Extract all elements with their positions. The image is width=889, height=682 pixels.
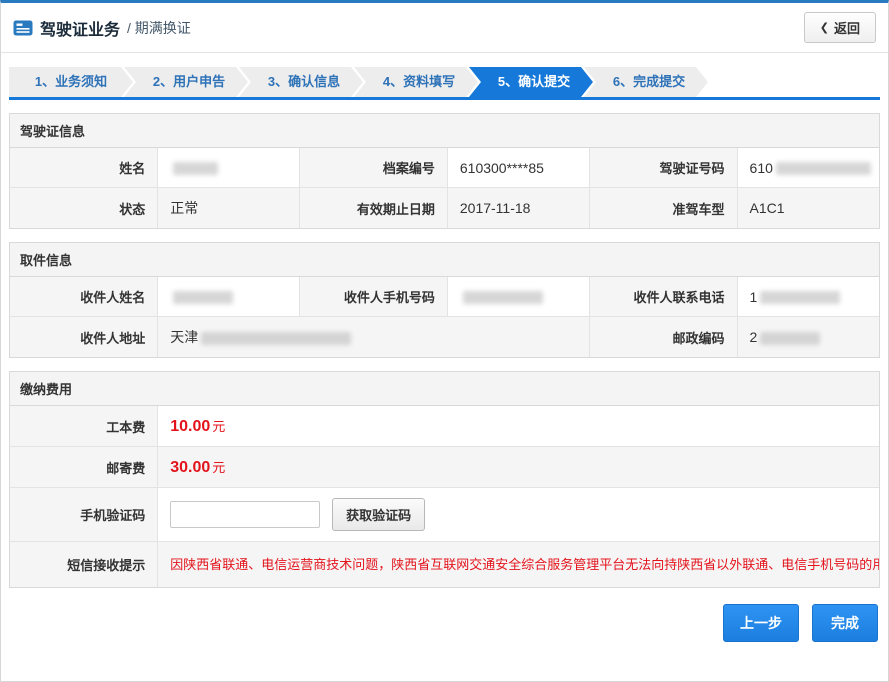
license-no-value: 610 — [737, 148, 879, 188]
recipient-name-value — [158, 277, 300, 317]
pickup-info-table: 收件人姓名 收件人手机号码 收件人联系电话 1 收件人地址 天津 邮政编码 2 — [10, 277, 879, 357]
redacted-value — [760, 332, 820, 345]
redacted-value — [760, 291, 840, 304]
redacted-value — [201, 332, 351, 345]
production-fee-label: 工本费 — [10, 406, 158, 447]
table-row: 工本费 10.00元 — [10, 406, 879, 447]
recipient-name-label: 收件人姓名 — [10, 277, 158, 317]
title-wrap: 驾驶证业务 / 期满换证 — [13, 16, 191, 40]
mailing-fee-label: 邮寄费 — [10, 447, 158, 488]
page-title: 驾驶证业务 — [40, 16, 120, 40]
license-card-icon — [13, 20, 33, 36]
back-label: 返回 — [834, 18, 860, 37]
step-label: 5、确认提交 — [498, 74, 570, 89]
pickup-info-section: 取件信息 收件人姓名 收件人手机号码 收件人联系电话 1 收件人地址 天津 邮政… — [9, 242, 880, 358]
table-row: 状态 正常 有效期止日期 2017-11-18 准驾车型 A1C1 — [10, 188, 879, 229]
mailing-fee-value: 30.00元 — [158, 447, 879, 488]
recipient-phone-prefix: 1 — [750, 289, 758, 305]
step-1-business-notice[interactable]: 1、业务须知 — [9, 67, 133, 97]
sms-code-label: 手机验证码 — [10, 488, 158, 542]
redacted-value — [776, 162, 871, 175]
status-value: 正常 — [158, 188, 300, 229]
production-fee-amount: 10.00 — [170, 418, 210, 435]
step-label: 1、业务须知 — [35, 74, 107, 89]
file-no-label: 档案编号 — [300, 148, 448, 188]
step-5-confirm-submit[interactable]: 5、确认提交 — [469, 67, 593, 97]
valid-until-value: 2017-11-18 — [447, 188, 589, 229]
production-fee-unit: 元 — [212, 419, 225, 434]
status-label: 状态 — [10, 188, 158, 229]
fees-table: 工本费 10.00元 邮寄费 30.00元 手机验证码 获取验证码 短信接收提 — [10, 406, 879, 587]
step-label: 6、完成提交 — [613, 74, 685, 89]
redacted-value — [173, 291, 233, 304]
mailing-fee-unit: 元 — [212, 460, 225, 475]
table-row: 邮寄费 30.00元 — [10, 447, 879, 488]
step-4-fill-data[interactable]: 4、资料填写 — [354, 67, 478, 97]
fees-section: 缴纳费用 工本费 10.00元 邮寄费 30.00元 手机验证码 — [9, 371, 880, 588]
license-info-table: 姓名 档案编号 610300****85 驾驶证号码 610 状态 正常 有效期… — [10, 148, 879, 228]
postal-code-prefix: 2 — [750, 329, 758, 345]
pickup-info-title: 取件信息 — [10, 243, 879, 277]
page: 驾驶证业务 / 期满换证 ❮ 返回 1、业务须知 2、用户申告 3、确认信息 4… — [0, 0, 889, 682]
step-wizard: 1、业务须知 2、用户申告 3、确认信息 4、资料填写 5、确认提交 6、完成提… — [9, 67, 880, 100]
step-6-complete-submit[interactable]: 6、完成提交 — [584, 67, 708, 97]
table-row: 姓名 档案编号 610300****85 驾驶证号码 610 — [10, 148, 879, 188]
postal-code-label: 邮政编码 — [589, 317, 737, 358]
redacted-value — [463, 291, 543, 304]
valid-until-label: 有效期止日期 — [300, 188, 448, 229]
table-row: 手机验证码 获取验证码 — [10, 488, 879, 542]
name-value — [158, 148, 300, 188]
get-sms-code-button[interactable]: 获取验证码 — [332, 498, 425, 531]
name-label: 姓名 — [10, 148, 158, 188]
step-3-confirm-info[interactable]: 3、确认信息 — [239, 67, 363, 97]
mailing-fee-amount: 30.00 — [170, 459, 210, 476]
sms-code-cell: 获取验证码 — [158, 488, 879, 542]
vehicle-class-label: 准驾车型 — [589, 188, 737, 229]
sms-notice-label: 短信接收提示 — [10, 542, 158, 588]
table-row: 短信接收提示 因陕西省联通、电信运营商技术问题，陕西省互联网交通安全综合服务管理… — [10, 542, 879, 588]
fees-title: 缴纳费用 — [10, 372, 879, 406]
file-no-value: 610300****85 — [447, 148, 589, 188]
back-button[interactable]: ❮ 返回 — [804, 12, 876, 43]
sms-notice-text: 因陕西省联通、电信运营商技术问题，陕西省互联网交通安全综合服务管理平台无法向持陕… — [170, 552, 867, 577]
step-2-user-declaration[interactable]: 2、用户申告 — [124, 67, 248, 97]
sms-code-input[interactable] — [170, 501, 320, 528]
recipient-phone-label: 收件人联系电话 — [589, 277, 737, 317]
footer-actions: 上一步 完成 — [11, 604, 878, 642]
recipient-mobile-value — [447, 277, 589, 317]
license-no-prefix: 610 — [750, 160, 773, 176]
postal-code-value: 2 — [737, 317, 879, 358]
back-chevron-icon: ❮ — [820, 21, 829, 34]
license-no-label: 驾驶证号码 — [589, 148, 737, 188]
recipient-address-value: 天津 — [158, 317, 590, 358]
license-info-section: 驾驶证信息 姓名 档案编号 610300****85 驾驶证号码 610 状态 … — [9, 113, 880, 229]
recipient-address-label: 收件人地址 — [10, 317, 158, 358]
step-label: 2、用户申告 — [153, 74, 225, 89]
top-bar: 驾驶证业务 / 期满换证 ❮ 返回 — [1, 3, 888, 53]
recipient-address-prefix: 天津 — [170, 329, 198, 345]
recipient-phone-value: 1 — [737, 277, 879, 317]
page-subtitle: / 期满换证 — [127, 18, 191, 38]
vehicle-class-value: A1C1 — [737, 188, 879, 229]
table-row: 收件人姓名 收件人手机号码 收件人联系电话 1 — [10, 277, 879, 317]
sms-notice-cell: 因陕西省联通、电信运营商技术问题，陕西省互联网交通安全综合服务管理平台无法向持陕… — [158, 542, 879, 588]
license-info-title: 驾驶证信息 — [10, 114, 879, 148]
finish-button[interactable]: 完成 — [812, 604, 878, 642]
production-fee-value: 10.00元 — [158, 406, 879, 447]
recipient-mobile-label: 收件人手机号码 — [300, 277, 448, 317]
prev-step-button[interactable]: 上一步 — [723, 604, 799, 642]
redacted-value — [173, 162, 218, 175]
step-label: 3、确认信息 — [268, 74, 340, 89]
table-row: 收件人地址 天津 邮政编码 2 — [10, 317, 879, 358]
step-label: 4、资料填写 — [383, 74, 455, 89]
